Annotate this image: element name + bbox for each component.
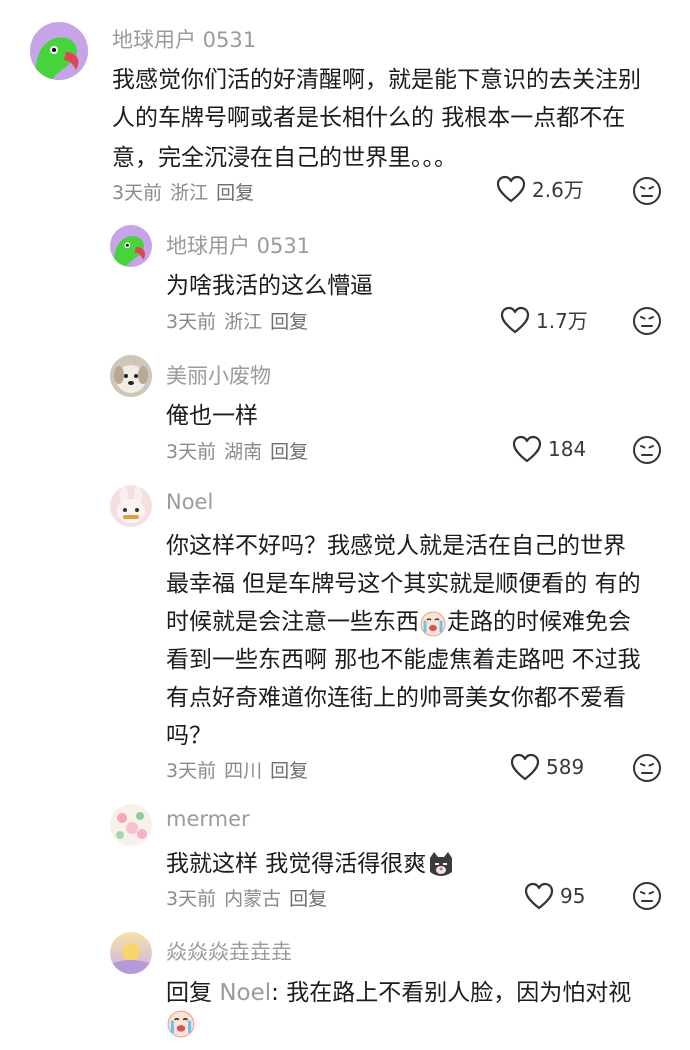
timestamp: 3天前: [166, 888, 217, 910]
username[interactable]: Noel: [166, 490, 213, 514]
comment-text-line: 看到一些东西啊 那也不能虚焦着走路吧 不过我: [166, 647, 641, 673]
comment-meta: 3天前 四川 回复: [166, 756, 316, 783]
username[interactable]: 美丽小废物: [166, 360, 271, 390]
comment-text-line: 意，完全沉浸在自己的世界里。。。: [112, 145, 457, 171]
reply-item: 美丽小废物 俺也一样 3天前 湖南 回复 184: [0, 345, 690, 475]
neutral-face-icon: [633, 307, 661, 335]
like-button[interactable]: 1.7万: [500, 305, 588, 334]
like-count: 2.6万: [532, 178, 584, 202]
username[interactable]: 焱焱焱垚垚垚: [166, 936, 292, 966]
like-count: 1.7万: [536, 309, 588, 333]
dislike-button[interactable]: [632, 881, 662, 915]
crying-face-emoji-icon: [420, 611, 446, 636]
avatar[interactable]: [110, 225, 152, 267]
crying-face-emoji-icon: [167, 1010, 195, 1038]
mention-link[interactable]: Noel: [219, 980, 271, 1006]
neutral-face-icon: [633, 177, 661, 205]
comment-item: 地球用户 0531 我感觉你们活的好清醒啊，就是能下意识的去关注别 人的车牌号啊…: [0, 0, 690, 215]
comment-meta: 3天前 浙江 回复: [112, 178, 262, 205]
heart-outline-icon: [496, 175, 526, 202]
like-button[interactable]: 2.6万: [496, 174, 584, 203]
reply-item: 焱焱焱垚垚垚 回复 Noel: 我在路上不看别人脸，因为怕对视: [0, 928, 690, 1050]
comment-meta: 3天前 浙江 回复: [166, 307, 316, 334]
reply-button[interactable]: 回复: [270, 760, 308, 782]
comment-text-line: 吗？: [166, 723, 212, 749]
timestamp: 3天前: [166, 441, 217, 463]
username[interactable]: mermer: [166, 807, 250, 831]
location: 浙江: [170, 182, 209, 204]
timestamp: 3天前: [166, 760, 217, 782]
username[interactable]: 地球用户 0531: [112, 24, 256, 54]
like-count: 589: [546, 755, 585, 779]
comment-text-segment: 我就这样 我觉得活得很爽: [166, 851, 427, 877]
location: 内蒙古: [224, 888, 282, 910]
bunny-avatar-icon: [110, 485, 152, 527]
heart-outline-icon: [524, 882, 554, 910]
neutral-face-icon: [633, 436, 661, 464]
comment-text-segment: : 我在路上不看别人脸，因为怕对视: [271, 980, 632, 1006]
location: 湖南: [224, 441, 263, 463]
floral-avatar-icon: [110, 804, 152, 846]
cat-emoji-icon: [430, 851, 453, 876]
reply-button[interactable]: 回复: [270, 441, 308, 463]
avatar[interactable]: [110, 804, 152, 846]
reply-item: mermer 我就这样 我觉得活得很爽 3天前 内蒙古 回复 95: [0, 800, 690, 930]
comment-meta: 3天前 内蒙古 回复: [166, 884, 335, 911]
comment-text-line: 时候就是会注意一些东西 走路的时候难免会: [166, 602, 631, 637]
location: 浙江: [224, 311, 263, 333]
reply-button[interactable]: 回复: [216, 182, 254, 204]
like-button[interactable]: 184: [512, 435, 586, 463]
reply-item: 地球用户 0531 为啥我活的这么懵逼 3天前 浙江 回复 1.7万: [0, 215, 690, 345]
dislike-button[interactable]: [632, 176, 662, 210]
dog-avatar-icon: [110, 355, 152, 397]
neutral-face-icon: [633, 882, 661, 910]
avatar[interactable]: [110, 485, 152, 527]
like-button[interactable]: 589: [510, 753, 584, 781]
heart-outline-icon: [510, 753, 540, 781]
reply-item: Noel 你这样不好吗？我感觉人就是活在自己的世界 最幸福 但是车牌号这个其实就…: [0, 475, 690, 805]
timestamp: 3天前: [166, 311, 217, 333]
comment-text-segment: 时候就是会注意一些东西: [166, 609, 419, 635]
comment-text-line: 你这样不好吗？我感觉人就是活在自己的世界: [166, 533, 626, 559]
avatar[interactable]: [110, 932, 152, 974]
avatar[interactable]: [110, 355, 152, 397]
comment-text-line: 我就这样 我觉得活得很爽: [166, 844, 456, 880]
comment-text-line: [166, 1008, 196, 1038]
reply-button[interactable]: 回复: [270, 311, 308, 333]
comment-text-line: 有点好奇难道你连街上的帅哥美女你都不爱看: [166, 685, 626, 711]
comment-text-line: 人的车牌号啊或者是长相什么的 我根本一点都不在: [112, 105, 626, 131]
dislike-button[interactable]: [632, 306, 662, 340]
like-count: 95: [560, 884, 586, 908]
parrot-avatar-icon: [30, 22, 88, 80]
comment-text-line: 我感觉你们活的好清醒啊，就是能下意识的去关注别: [112, 67, 641, 93]
comment-text-segment: 走路的时候难免会: [447, 609, 631, 635]
like-count: 184: [548, 437, 587, 461]
avatar[interactable]: [30, 22, 88, 80]
sunset-avatar-icon: [110, 932, 152, 974]
like-button[interactable]: 95: [524, 882, 585, 910]
parrot-avatar-icon: [110, 225, 152, 267]
comment-text-line: 最幸福 但是车牌号这个其实就是顺便看的 有的: [166, 571, 641, 597]
comment-text-line: 回复 Noel: 我在路上不看别人脸，因为怕对视: [166, 973, 631, 1007]
comment-meta: 3天前 湖南 回复: [166, 437, 316, 464]
heart-outline-icon: [500, 306, 530, 333]
comment-text-line: 俺也一样: [166, 403, 258, 429]
comment-text-line: 为啥我活的这么懵逼: [166, 273, 373, 299]
timestamp: 3天前: [112, 182, 163, 204]
heart-outline-icon: [512, 435, 542, 463]
dislike-button[interactable]: [632, 435, 662, 469]
reply-prefix: 回复: [166, 980, 220, 1006]
dislike-button[interactable]: [632, 753, 662, 787]
reply-button[interactable]: 回复: [289, 888, 327, 910]
neutral-face-icon: [633, 754, 661, 782]
username[interactable]: 地球用户 0531: [166, 230, 310, 260]
location: 四川: [224, 760, 263, 782]
